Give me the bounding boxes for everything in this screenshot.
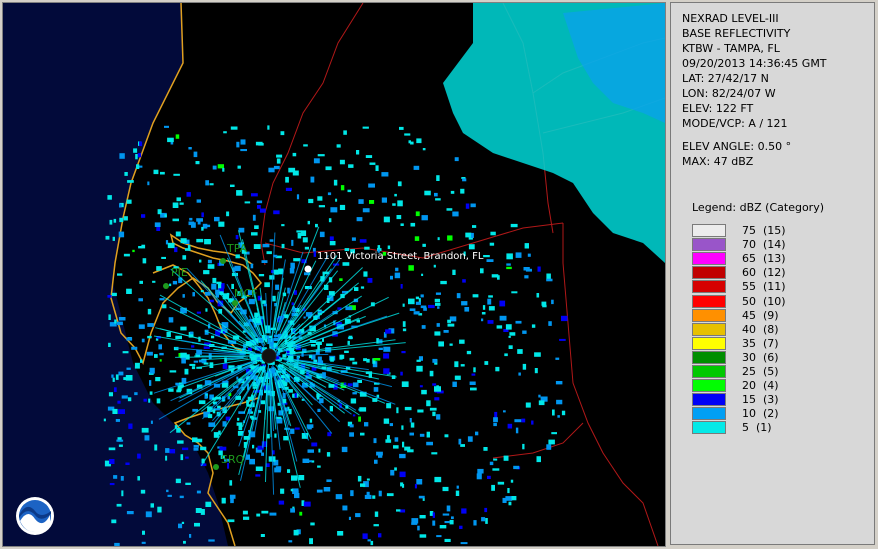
gulf-water (3, 3, 228, 546)
legend-label: 5 (1) (742, 421, 772, 435)
legend-row: 65 (13) (692, 252, 862, 266)
info-product: BASE REFLECTIVITY (682, 27, 791, 40)
info-max: MAX: 47 dBZ (682, 155, 754, 168)
legend-swatch (692, 336, 726, 350)
legend-row: 10 (2) (692, 407, 862, 421)
legend-row: 20 (4) (692, 379, 862, 393)
legend-swatch (692, 421, 726, 435)
legend-row: 5 (1) (692, 421, 862, 435)
legend-swatch (692, 308, 726, 322)
legend-label: 75 (15) (742, 224, 786, 237)
info-elev: ELEV: 122 FT (682, 102, 754, 115)
legend-row: 45 (9) (692, 308, 862, 323)
address-label: 1101 Victoria Street, Brandon, FL (317, 251, 484, 262)
info-lat: LAT: 27/42/17 N (682, 72, 769, 85)
city-dot-mcf (232, 300, 238, 306)
legend-swatch (692, 224, 726, 237)
legend-row: 70 (14) (692, 238, 862, 252)
legend-label: 50 (10) (742, 294, 786, 308)
legend-label: 10 (2) (742, 407, 779, 421)
city-label-tpa: TPA (227, 242, 248, 255)
info-mode: MODE/VCP: A / 121 (682, 117, 788, 130)
legend-swatch (692, 294, 726, 308)
legend-label: 30 (6) (742, 350, 779, 364)
legend-row: 40 (8) (692, 322, 862, 337)
legend-swatch (692, 238, 726, 252)
city-label-srq: SRQ (221, 453, 245, 466)
legend-row: 50 (10) (692, 294, 862, 309)
legend-title: Legend: dBZ (Category) (692, 201, 824, 214)
legend-label: 55 (11) (742, 280, 786, 294)
city-label-pie: PIE (171, 266, 188, 279)
legend-label: 25 (5) (742, 365, 779, 378)
legend-label: 40 (8) (742, 322, 779, 336)
city-dot-pie (163, 283, 169, 289)
info-lon: LON: 82/24/07 W (682, 87, 776, 100)
info-elev-angle: ELEV ANGLE: 0.50 ° (682, 140, 792, 153)
legend-label: 20 (4) (742, 379, 779, 393)
city-label-mcf: MCF (234, 287, 258, 300)
info-station: KTBW - TAMPA, FL (682, 42, 780, 55)
legend-row: 55 (11) (692, 280, 862, 294)
legend-swatch (692, 280, 726, 294)
noaa-logo (16, 497, 54, 535)
city-dot-tpa (220, 258, 226, 264)
legend-swatch (692, 322, 726, 336)
legend-row: 60 (12) (692, 266, 862, 280)
legend-swatch (692, 407, 726, 421)
info-title: NEXRAD LEVEL-III (682, 12, 779, 25)
legend-label: 15 (3) (742, 393, 779, 407)
legend-swatch (692, 365, 726, 378)
info-panel: NEXRAD LEVEL-III BASE REFLECTIVITY KTBW … (670, 2, 875, 545)
legend-row: 25 (5) (692, 365, 862, 379)
legend-swatch (692, 350, 726, 364)
radar-map[interactable]: TPA PIE MCF SRQ 1101 Victoria Street, Br… (2, 2, 666, 547)
legend-label: 70 (14) (742, 238, 786, 252)
legend-swatch (692, 266, 726, 280)
legend-row: 35 (7) (692, 336, 862, 351)
legend-row: 75 (15) (692, 224, 862, 238)
legend-label: 60 (12) (742, 266, 786, 280)
radar-site (261, 348, 277, 364)
legend-label: 45 (9) (742, 308, 779, 322)
legend-row: 15 (3) (692, 393, 862, 407)
info-datetime: 09/20/2013 14:36:45 GMT (682, 57, 827, 70)
address-marker[interactable] (304, 265, 312, 273)
city-dot-srq (213, 464, 219, 470)
legend-label: 35 (7) (742, 336, 779, 350)
legend-swatch (692, 252, 726, 266)
radar-canvas (3, 3, 665, 546)
legend-swatch (692, 379, 726, 393)
legend-swatch (692, 393, 726, 407)
legend-row: 30 (6) (692, 350, 862, 365)
legend-label: 65 (13) (742, 252, 786, 266)
